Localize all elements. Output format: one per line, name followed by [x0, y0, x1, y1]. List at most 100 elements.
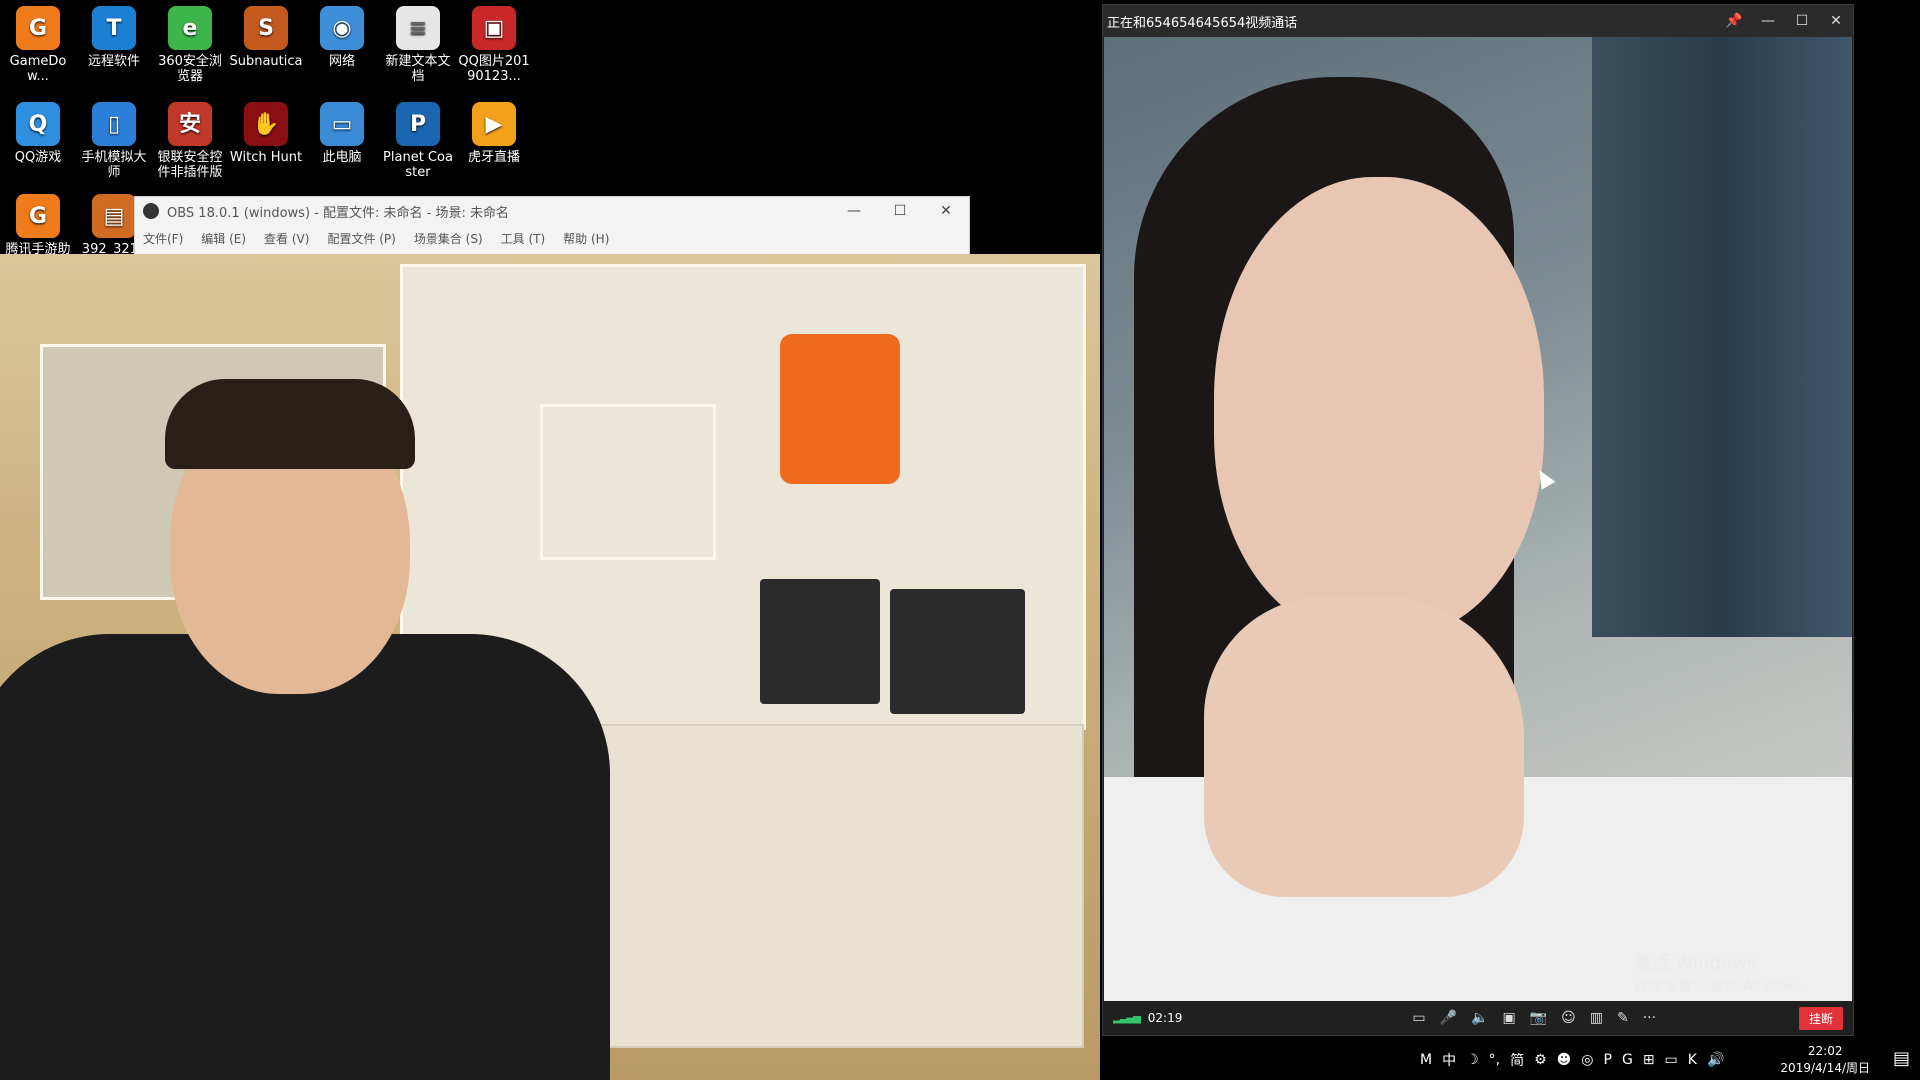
tray-m-icon[interactable]: M — [1420, 1052, 1432, 1068]
document-icon: ≡ — [396, 6, 440, 50]
speaker — [760, 579, 880, 704]
desktop-icon-360browser[interactable]: e 360安全浏览器 — [152, 6, 228, 84]
obs-logo-icon — [143, 203, 159, 219]
g-tray-icon[interactable]: G — [1622, 1052, 1633, 1068]
remote-video: 激活 Windows 转到"设置"以激活 Windows。 — [1104, 37, 1852, 1001]
video-call-window: 正在和654654645654视频通话 📌 — ☐ ✕ 激活 Windows 转… — [1102, 4, 1854, 1036]
k-tray-icon[interactable]: K — [1688, 1052, 1697, 1068]
volume-icon[interactable]: 🔊 — [1707, 1052, 1724, 1068]
curtain — [1592, 37, 1852, 637]
clock-date: 2019/4/14/周日 — [1780, 1061, 1870, 1075]
toy — [780, 334, 900, 484]
call-titlebar: 正在和654654645654视频通话 📌 — ☐ ✕ — [1103, 5, 1853, 37]
pin-icon[interactable]: 📌 — [1717, 13, 1751, 29]
person-body — [0, 634, 610, 1080]
call-title: 正在和654654645654视频通话 — [1107, 15, 1298, 31]
person-hair — [165, 379, 415, 469]
cabinet — [560, 724, 1084, 1048]
menu-edit[interactable]: 编辑 (E) — [201, 230, 246, 247]
menu-view[interactable]: 查看 (V) — [264, 230, 309, 247]
shield-icon: 安 — [168, 102, 212, 146]
clock-time: 22:02 — [1807, 1044, 1843, 1058]
simplified-icon[interactable]: 简 — [1510, 1050, 1524, 1070]
moon-icon[interactable]: ☽ — [1466, 1052, 1479, 1068]
p-tray-icon[interactable]: P — [1604, 1052, 1612, 1068]
desktop-icon-label: 手机模拟大师 — [81, 150, 147, 180]
desktop-icon-label: 新建文本文档 — [385, 54, 451, 84]
desktop-icon-witch-hunt[interactable]: ✋ Witch Hunt — [228, 102, 304, 165]
obs-menubar: 文件(F) 编辑 (E) 查看 (V) 配置文件 (P) 场景集合 (S) 工具… — [135, 225, 969, 251]
desktop-icon-label: 此电脑 — [322, 150, 362, 165]
subnautica-icon: S — [244, 6, 288, 50]
desktop-icon-label: QQ图片20190123... — [458, 54, 530, 84]
display-tray-icon[interactable]: ▭ — [1665, 1052, 1678, 1068]
desktop-icon-network[interactable]: ◉ 网络 — [304, 6, 380, 69]
desktop-icon-label: 虎牙直播 — [467, 150, 520, 165]
desktop-icon-this-pc[interactable]: ▭ 此电脑 — [304, 102, 380, 165]
minimize-button[interactable]: — — [1751, 13, 1785, 29]
desktop-icon-remote[interactable]: T 远程软件 — [76, 6, 152, 69]
maximize-button[interactable]: ☐ — [1785, 13, 1819, 29]
desktop-icon-label: Subnautica — [229, 54, 303, 69]
taskbar-clock[interactable]: 22:02 2019/4/14/周日 — [1780, 1043, 1870, 1077]
desktop-icon-subnautica[interactable]: S Subnautica — [228, 6, 304, 69]
more-icon[interactable]: ··· — [1643, 1010, 1656, 1026]
desktop-icon-gamedow[interactable]: G GameDow... — [0, 6, 76, 84]
close-button[interactable]: ✕ — [923, 203, 969, 219]
screenshot-icon[interactable]: 📷 — [1530, 1010, 1547, 1026]
remote-icon: T — [92, 6, 136, 50]
desktop-icon-label: Witch Hunt — [229, 150, 303, 165]
punctuation-icon[interactable]: °, — [1489, 1052, 1500, 1068]
ime-chinese-icon[interactable]: 中 — [1442, 1050, 1456, 1070]
qq-tray-icon[interactable]: ☻ — [1557, 1052, 1572, 1068]
activation-watermark: 激活 Windows — [1634, 953, 1757, 974]
desktop-icon-label: 360安全浏览器 — [158, 54, 222, 84]
microphone-icon[interactable]: 🎤 — [1440, 1010, 1457, 1026]
camera-off-icon[interactable]: ▣ — [1502, 1010, 1515, 1026]
speaker — [890, 589, 1025, 714]
share-icon[interactable]: ✎ — [1617, 1010, 1629, 1026]
menu-tools[interactable]: 工具 (T) — [501, 230, 546, 247]
desktop-icon-text-doc[interactable]: ≡ 新建文本文档 — [380, 6, 456, 84]
activation-watermark-hint: 转到"设置"以激活 Windows。 — [1634, 979, 1813, 994]
phone-icon: ▯ — [92, 102, 136, 146]
desktop-icon-label: 远程软件 — [87, 54, 140, 69]
menu-file[interactable]: 文件(F) — [143, 230, 183, 247]
planet-coaster-icon: P — [396, 102, 440, 146]
effects-icon[interactable]: ☺ — [1561, 1010, 1576, 1026]
close-button[interactable]: ✕ — [1819, 13, 1853, 29]
chat-icon[interactable]: ▭ — [1412, 1010, 1425, 1026]
hand-icon: ✋ — [244, 102, 288, 146]
desktop-icon-qq-game[interactable]: Q QQ游戏 — [0, 102, 76, 165]
desktop-icon-qq-image[interactable]: ▣ QQ图片20190123... — [456, 6, 532, 84]
remote-face — [1214, 177, 1544, 637]
layout-icon[interactable]: ▥ — [1590, 1010, 1603, 1026]
call-timer: 02:19 — [1147, 1011, 1183, 1025]
minimize-button[interactable]: — — [831, 203, 877, 219]
desktop-icon-label: 网络 — [328, 54, 355, 69]
shelf-cubby — [540, 404, 716, 560]
obs-titlebar: OBS 18.0.1 (windows) - 配置文件: 未命名 - 场景: 未… — [135, 197, 969, 225]
menu-scene-collection[interactable]: 场景集合 (S) — [414, 230, 483, 247]
game-icon: G — [16, 6, 60, 50]
browser-tray-icon[interactable]: ◎ — [1581, 1052, 1593, 1068]
desktop-icon-phone-emulator[interactable]: ▯ 手机模拟大师 — [76, 102, 152, 180]
notification-icon[interactable]: ▤ — [1893, 1048, 1910, 1069]
call-tools: ▭ 🎤 🔈 ▣ 📷 ☺ ▥ ✎ ··· — [1412, 1010, 1656, 1026]
desktop-icon-label: Planet Coaster — [383, 150, 453, 180]
desktop-icon-huya[interactable]: ▶ 虎牙直播 — [456, 102, 532, 165]
menu-profile[interactable]: 配置文件 (P) — [327, 230, 395, 247]
browser-icon: e — [168, 6, 212, 50]
hangup-button[interactable]: 挂断 — [1798, 1006, 1843, 1030]
desktop-icon-planet-coaster[interactable]: P Planet Coaster — [380, 102, 456, 180]
call-toolbar: ▂▃▄▅ 02:19 ▭ 🎤 🔈 ▣ 📷 ☺ ▥ ✎ ··· 挂断 — [1103, 1001, 1853, 1035]
menu-help[interactable]: 帮助 (H) — [563, 230, 609, 247]
settings-icon[interactable]: ⚙ — [1534, 1052, 1547, 1068]
speaker-icon[interactable]: 🔈 — [1471, 1010, 1488, 1026]
desktop-icon-unionpay[interactable]: 安 银联安全控件非插件版 — [152, 102, 228, 180]
obs-window: OBS 18.0.1 (windows) - 配置文件: 未命名 - 场景: 未… — [134, 196, 970, 256]
network-tray-icon[interactable]: ⊞ — [1643, 1052, 1655, 1068]
huya-icon: ▶ — [472, 102, 516, 146]
maximize-button[interactable]: ☐ — [877, 203, 923, 219]
webcam-feed — [0, 254, 1100, 1080]
